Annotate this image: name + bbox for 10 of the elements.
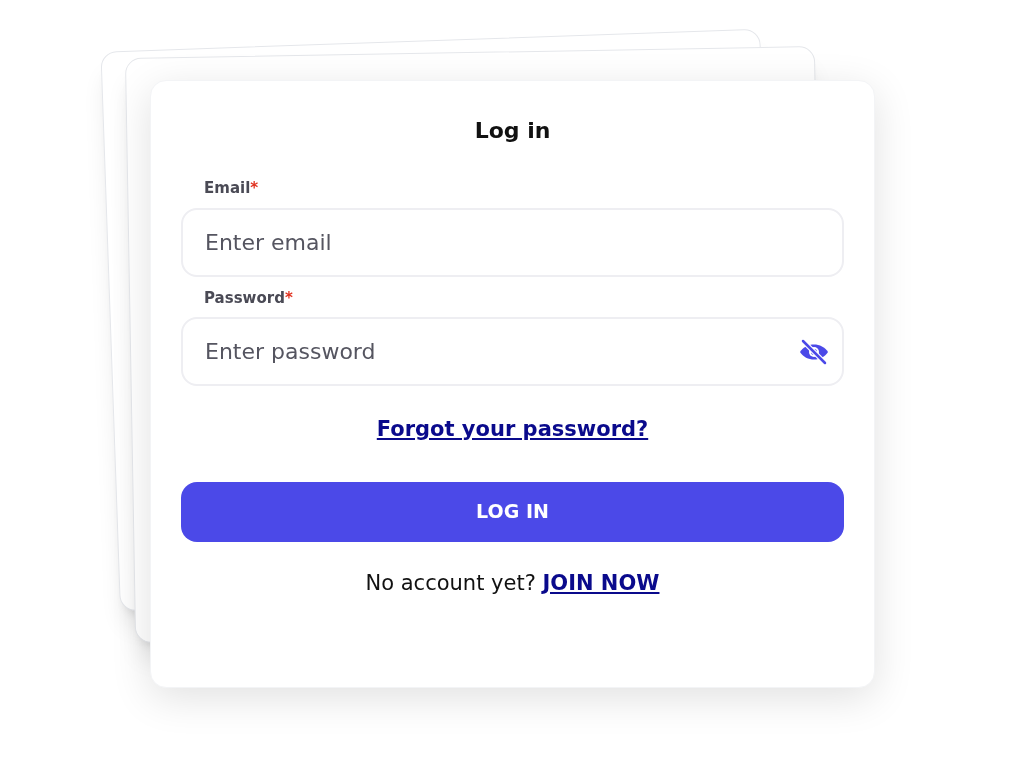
login-button[interactable]: LOG IN (181, 481, 844, 542)
field-label: Email* (204, 178, 259, 199)
email-field[interactable]: Enter email (181, 207, 844, 277)
card-title: Log in (474, 117, 551, 145)
field-label: Password* (204, 287, 293, 309)
password-field[interactable]: Enter password (181, 317, 844, 386)
signup-prompt: No account yet? JOIN NOW (365, 569, 660, 597)
join-now-link[interactable]: JOIN NOW (542, 570, 660, 595)
eye-slash-icon[interactable] (798, 339, 830, 365)
forgot-password-link[interactable]: Forgot your password? (376, 414, 649, 446)
